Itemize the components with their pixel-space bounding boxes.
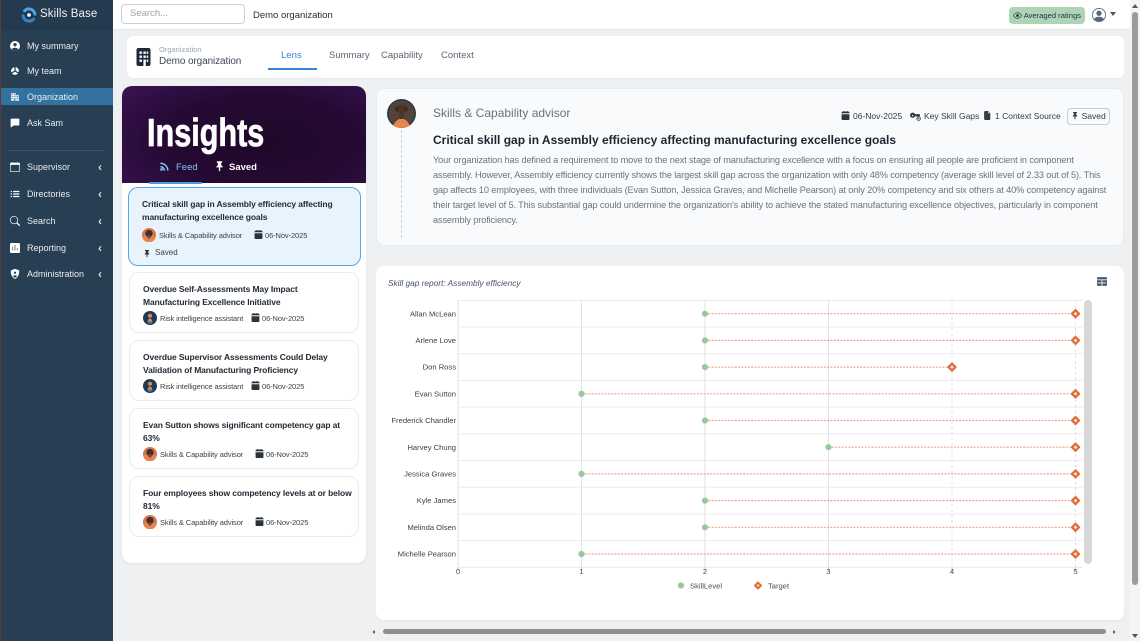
svg-text:Don Ross: Don Ross <box>423 363 457 372</box>
svg-text:Target: Target <box>768 581 790 590</box>
svg-text:Michelle Pearson: Michelle Pearson <box>398 550 456 559</box>
svg-text:Jessica Graves: Jessica Graves <box>404 470 456 479</box>
svg-text:Harvey Chung: Harvey Chung <box>407 443 456 452</box>
svg-text:2: 2 <box>703 567 707 576</box>
svg-text:Allan McLean: Allan McLean <box>410 309 456 318</box>
svg-text:Evan Sutton: Evan Sutton <box>415 389 456 398</box>
svg-text:0: 0 <box>456 567 460 576</box>
svg-text:Kyle James: Kyle James <box>417 496 456 505</box>
svg-text:SkillLevel: SkillLevel <box>690 581 722 590</box>
svg-text:Melinda Olsen: Melinda Olsen <box>407 523 456 532</box>
svg-text:1: 1 <box>579 567 583 576</box>
svg-text:4: 4 <box>950 567 954 576</box>
svg-text:Frederick Chandler: Frederick Chandler <box>391 416 456 425</box>
svg-text:5: 5 <box>1073 567 1077 576</box>
svg-text:Arlene Love: Arlene Love <box>415 336 456 345</box>
svg-text:3: 3 <box>826 567 830 576</box>
